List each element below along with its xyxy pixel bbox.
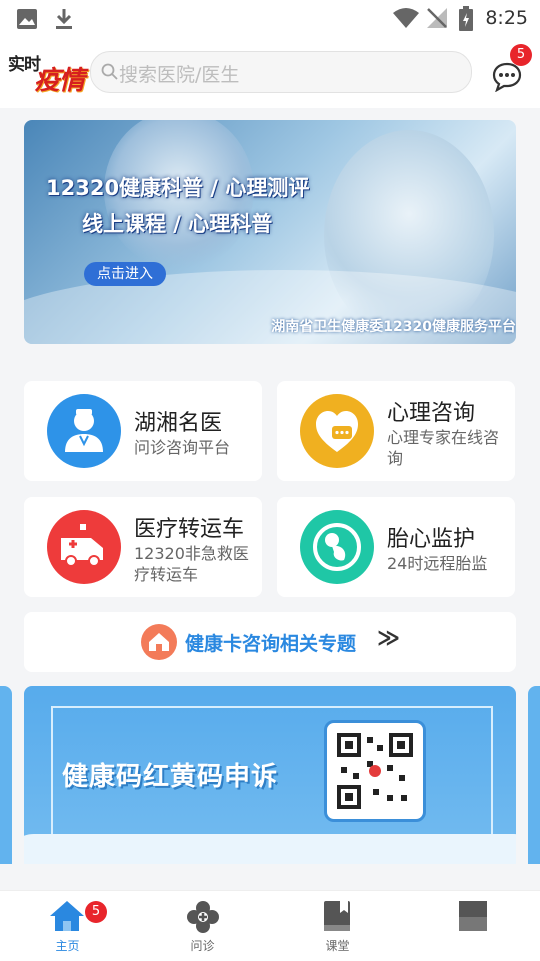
book-icon bbox=[324, 901, 350, 931]
bottom-navigation: 5 主页 问诊 课堂 bbox=[0, 890, 540, 961]
banner-title-line2: 线上课程 / 心理科普 bbox=[82, 212, 273, 236]
nav-tab-consult[interactable]: 问诊 bbox=[135, 891, 270, 961]
service-subtitle: 24时远程胎监 bbox=[387, 554, 488, 573]
double-chevron-right-icon: ≫ bbox=[377, 626, 401, 651]
service-subtitle: 心理专家在线咨询 bbox=[387, 428, 500, 468]
service-subtitle: 问诊咨询平台 bbox=[134, 438, 231, 457]
heart-chat-icon bbox=[300, 394, 374, 468]
service-card-famous-doctor[interactable]: 湖湘名医 问诊咨询平台 bbox=[24, 381, 262, 481]
promo-banner[interactable]: 12320健康科普 / 心理测评 线上课程 / 心理科普 点击进入 湖南省卫生健… bbox=[24, 120, 516, 344]
ambulance-icon bbox=[47, 510, 121, 584]
service-card-psychology[interactable]: 心理咨询 心理专家在线咨询 bbox=[277, 381, 515, 481]
banner-footer: 湖南省卫生健康委12320健康服务平台 bbox=[271, 319, 516, 335]
message-button[interactable]: 5 bbox=[490, 44, 532, 92]
service-card-fetal-monitor[interactable]: 胎心监护 24时远程胎监 bbox=[277, 497, 515, 597]
nav-tab-class[interactable]: 课堂 bbox=[270, 891, 405, 961]
message-badge: 5 bbox=[510, 44, 532, 66]
nav-tab-home[interactable]: 5 主页 bbox=[0, 891, 135, 961]
house-icon bbox=[141, 624, 177, 660]
carousel-next-peek bbox=[528, 686, 540, 864]
home-icon bbox=[50, 901, 84, 931]
home-badge: 5 bbox=[85, 901, 107, 923]
status-bar: 8:25 bbox=[0, 0, 540, 38]
cloud-decoration bbox=[24, 834, 516, 864]
app-header: 实时 疫情 搜索医院/医生 5 bbox=[0, 38, 540, 108]
no-signal-icon bbox=[427, 8, 447, 28]
logo-line2: 疫情 bbox=[34, 66, 85, 96]
topic-label: 健康卡咨询相关专题 bbox=[185, 633, 357, 655]
epidemic-logo[interactable]: 实时 疫情 bbox=[8, 50, 85, 96]
qr-code-icon bbox=[324, 720, 426, 822]
chat-icon bbox=[492, 62, 522, 92]
search-bar[interactable]: 搜索医院/医生 bbox=[90, 51, 472, 93]
wifi-icon bbox=[393, 8, 419, 28]
search-icon bbox=[101, 63, 118, 80]
clock: 8:25 bbox=[485, 7, 528, 29]
service-card-transport[interactable]: 医疗转运车 12320非急救医疗转运车 bbox=[24, 497, 262, 597]
banner-title-line1: 12320健康科普 / 心理测评 bbox=[46, 176, 310, 200]
banner-enter-button[interactable]: 点击进入 bbox=[84, 262, 166, 286]
nav-label: 问诊 bbox=[190, 939, 215, 953]
fetus-icon bbox=[300, 510, 374, 584]
nav-tab-profile[interactable] bbox=[405, 891, 540, 961]
health-card-topic-link[interactable]: 健康卡咨询相关专题 ≫ bbox=[24, 612, 516, 672]
health-code-appeal-banner[interactable]: 健康码红黄码申诉 bbox=[24, 686, 516, 864]
profile-icon bbox=[459, 901, 487, 931]
service-title: 心理咨询 bbox=[387, 401, 476, 426]
doctor-icon bbox=[47, 394, 121, 468]
nav-label: 课堂 bbox=[325, 939, 350, 953]
carousel-prev-peek bbox=[0, 686, 12, 864]
clover-icon bbox=[187, 901, 219, 933]
promo-title: 健康码红黄码申诉 bbox=[62, 762, 279, 792]
service-title: 湖湘名医 bbox=[134, 411, 223, 436]
search-placeholder: 搜索医院/医生 bbox=[119, 64, 240, 86]
battery-icon bbox=[459, 6, 473, 31]
image-icon bbox=[17, 9, 37, 29]
nav-label: 主页 bbox=[55, 939, 80, 953]
service-subtitle: 12320非急救医疗转运车 bbox=[134, 544, 249, 584]
service-title: 胎心监护 bbox=[387, 527, 476, 552]
service-title: 医疗转运车 bbox=[134, 517, 245, 542]
download-icon bbox=[56, 9, 72, 29]
